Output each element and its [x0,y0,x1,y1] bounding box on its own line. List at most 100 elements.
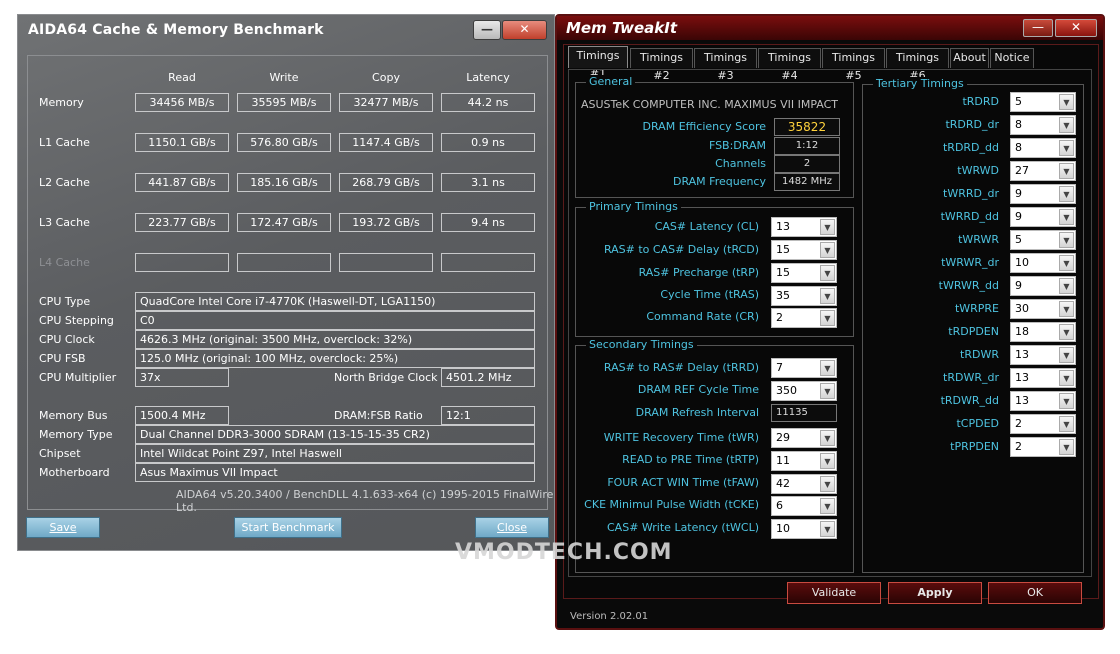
l4-latency-value [441,253,535,272]
tab-about[interactable]: About [950,48,989,68]
tcke-dropdown[interactable]: 6 ▼ [771,496,837,516]
twrwr-dd-label: tWRWR_dd [938,279,999,292]
row-label-l1: L1 Cache [39,136,90,149]
trdrd-dd-dropdown[interactable]: 8 ▼ [1010,138,1076,158]
twrrd-dd-label: tWRRD_dd [940,210,999,223]
dropdown-value: 15 [776,243,790,256]
memory-bus-label: Memory Bus [39,409,108,422]
trdwr-dd-dropdown[interactable]: 13 ▼ [1010,391,1076,411]
close-button[interactable]: Close [475,517,549,538]
tertiary-timings-group: Tertiary Timings tRDRD 5 ▼ tRDRD_dr 8 ▼ tR… [862,77,1084,573]
dropdown-value: 11 [776,454,790,467]
dropdown-value: 9 [1015,187,1022,200]
trcd-dropdown[interactable]: 15 ▼ [771,240,837,260]
l1-copy-value: 1147.4 GB/s [339,133,433,152]
tab-timings-2[interactable]: Timings #2 [630,48,693,82]
cpu-multiplier-value: 37x [135,368,229,387]
l3-latency-value: 9.4 ns [441,213,535,232]
minimize-button[interactable]: — [1023,19,1053,37]
dram-fsb-ratio-label: DRAM:FSB Ratio [334,409,423,422]
close-window-button[interactable]: ✕ [1055,19,1097,37]
dram-frequency-label: DRAM Frequency [672,175,766,188]
apply-button[interactable]: Apply [888,582,982,604]
cas-latency-dropdown[interactable]: 13 ▼ [771,217,837,237]
tab-timings-4[interactable]: Timings #4 [758,48,821,82]
save-button[interactable]: Save [26,517,100,538]
twrwd-dropdown[interactable]: 27 ▼ [1010,161,1076,181]
twrpre-dropdown[interactable]: 30 ▼ [1010,299,1076,319]
trtp-dropdown[interactable]: 11 ▼ [771,451,837,471]
tprpden-dropdown[interactable]: 2 ▼ [1010,437,1076,457]
general-group: General ASUSTeK COMPUTER INC. MAXIMUS VI… [575,75,854,198]
twrrd-dd-dropdown[interactable]: 9 ▼ [1010,207,1076,227]
tab-timings-3[interactable]: Timings #3 [694,48,757,82]
twrwr-dr-dropdown[interactable]: 10 ▼ [1010,253,1076,273]
trp-dropdown[interactable]: 15 ▼ [771,263,837,283]
tfaw-dropdown[interactable]: 42 ▼ [771,474,837,494]
chevron-down-icon: ▼ [820,476,835,492]
twrrd-dr-dropdown[interactable]: 9 ▼ [1010,184,1076,204]
cpu-type-label: CPU Type [39,295,91,308]
minimize-button[interactable]: — [473,20,501,40]
memory-read-value: 34456 MB/s [135,93,229,112]
dropdown-value: 5 [1015,95,1022,108]
trdpden-label: tRDPDEN [948,325,999,338]
close-button-label: Close [497,521,527,534]
tcpded-dropdown[interactable]: 2 ▼ [1010,414,1076,434]
chevron-down-icon: ▼ [1059,186,1074,202]
mem-tweakit-body: Timings #1 Timings #2 Timings #3 Timings… [563,44,1099,599]
ok-button[interactable]: OK [988,582,1082,604]
tab-timings-5[interactable]: Timings #5 [822,48,885,82]
board-name: ASUSTeK COMPUTER INC. MAXIMUS VII IMPACT [580,98,838,111]
validate-button[interactable]: Validate [787,582,881,604]
l4-write-value [237,253,331,272]
chevron-down-icon: ▼ [1059,301,1074,317]
trdrd-dr-dropdown[interactable]: 8 ▼ [1010,115,1076,135]
trfc-dropdown[interactable]: 350 ▼ [771,381,837,401]
trrd-label: RAS# to RAS# Delay (tRRD) [603,361,759,374]
tcpded-label: tCPDED [956,417,999,430]
trfc-label: DRAM REF Cycle Time [637,383,759,396]
l1-latency-value: 0.9 ns [441,133,535,152]
tab-timings-6[interactable]: Timings #6 [886,48,949,82]
chevron-down-icon: ▼ [820,521,835,537]
dropdown-value: 35 [776,289,790,302]
twr-dropdown[interactable]: 29 ▼ [771,428,837,448]
dropdown-value: 30 [1015,302,1029,315]
tab-notice[interactable]: Notice [990,48,1034,68]
l3-copy-value: 193.72 GB/s [339,213,433,232]
l2-copy-value: 268.79 GB/s [339,173,433,192]
cpu-multiplier-label: CPU Multiplier [39,371,117,384]
trdpden-dropdown[interactable]: 18 ▼ [1010,322,1076,342]
cpu-type-value: QuadCore Intel Core i7-4770K (Haswell-DT… [135,292,535,311]
memory-type-label: Memory Type [39,428,113,441]
trdrd-dropdown[interactable]: 5 ▼ [1010,92,1076,112]
chevron-down-icon: ▼ [1059,347,1074,363]
command-rate-dropdown[interactable]: 2 ▼ [771,308,837,328]
start-benchmark-button[interactable]: Start Benchmark [234,517,342,538]
trefi-label: DRAM Refresh Interval [635,406,759,419]
trrd-dropdown[interactable]: 7 ▼ [771,358,837,378]
north-bridge-clock-value: 4501.2 MHz [441,368,535,387]
trdrd-label: tRDRD [962,95,999,108]
dropdown-value: 42 [776,477,790,490]
general-group-title: General [586,75,636,88]
trdwr-dr-dropdown[interactable]: 13 ▼ [1010,368,1076,388]
dram-frequency-value: 1482 MHz [774,173,840,191]
chevron-down-icon: ▼ [820,310,835,326]
tras-dropdown[interactable]: 35 ▼ [771,286,837,306]
chevron-down-icon: ▼ [1059,94,1074,110]
dram-efficiency-label: DRAM Efficiency Score [642,120,766,133]
chevron-down-icon: ▼ [1059,255,1074,271]
tertiary-timings-title: Tertiary Timings [873,77,967,90]
twcl-dropdown[interactable]: 10 ▼ [771,519,837,539]
l1-read-value: 1150.1 GB/s [135,133,229,152]
close-window-button[interactable]: ✕ [502,20,547,40]
dram-efficiency-value: 35822 [774,118,840,136]
twrwr-dd-dropdown[interactable]: 9 ▼ [1010,276,1076,296]
trdwr-dropdown[interactable]: 13 ▼ [1010,345,1076,365]
chevron-down-icon: ▼ [1059,416,1074,432]
twrwr-dropdown[interactable]: 5 ▼ [1010,230,1076,250]
tab-timings-1[interactable]: Timings #1 [568,46,628,80]
twrrd-dr-label: tWRRD_dr [943,187,999,200]
